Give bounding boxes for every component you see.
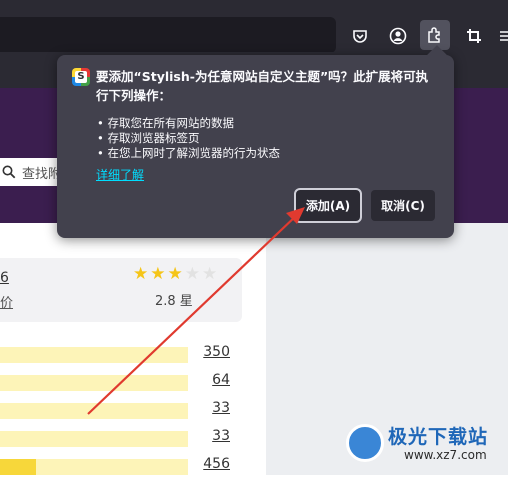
rating-count[interactable]: 6 bbox=[0, 270, 9, 286]
search-placeholder: 查找附 bbox=[22, 166, 62, 182]
watermark-logo-icon bbox=[346, 424, 384, 462]
watermark-name: 极光下载站 bbox=[388, 426, 489, 448]
rating-stars-text: 2.8 星 bbox=[155, 294, 193, 309]
menu-icon[interactable] bbox=[494, 23, 508, 49]
permission-item: 在您上网时了解浏览器的行为状态 bbox=[97, 146, 280, 161]
rating-label[interactable]: 价 bbox=[0, 292, 13, 311]
distribution-row: 33 bbox=[0, 400, 240, 428]
distribution-bar bbox=[0, 375, 188, 391]
permission-item: 存取您在所有网站的数据 bbox=[97, 116, 280, 131]
star-filled-icon: ★ bbox=[150, 264, 166, 284]
add-button[interactable]: 添加(A) bbox=[294, 188, 362, 223]
distribution-count[interactable]: 64 bbox=[212, 372, 230, 388]
star-empty-icon: ★ bbox=[202, 264, 218, 284]
star-filled-icon: ★ bbox=[133, 264, 149, 284]
stylish-extension-icon: S bbox=[72, 68, 90, 86]
distribution-count[interactable]: 33 bbox=[212, 428, 230, 444]
distribution-bar bbox=[0, 459, 188, 475]
pocket-icon[interactable] bbox=[347, 23, 373, 49]
distribution-bar bbox=[0, 403, 188, 419]
search-icon bbox=[2, 165, 16, 179]
distribution-bar bbox=[0, 347, 188, 363]
distribution-row: 350 bbox=[0, 344, 240, 372]
distribution-row: 33 bbox=[0, 428, 240, 456]
search-input[interactable]: 查找附 bbox=[0, 158, 62, 186]
watermark: 极光下载站 www.xz7.com bbox=[346, 422, 506, 472]
distribution-count[interactable]: 33 bbox=[212, 400, 230, 416]
permission-list: 存取您在所有网站的数据 存取浏览器标签页 在您上网时了解浏览器的行为状态 bbox=[97, 116, 280, 161]
permission-item: 存取浏览器标签页 bbox=[97, 131, 280, 146]
account-icon[interactable] bbox=[385, 23, 411, 49]
crop-icon[interactable] bbox=[461, 23, 487, 49]
popup-title: 要添加“Stylish-为任意网站自定义主题”吗？此扩展将可执行下列操作： bbox=[96, 69, 429, 103]
learn-more-link[interactable]: 详细了解 bbox=[96, 166, 144, 183]
star-rating: ★ ★ ★ ★ ★ bbox=[133, 264, 217, 284]
distribution-count[interactable]: 350 bbox=[203, 344, 230, 360]
distribution-count[interactable]: 456 bbox=[203, 456, 230, 472]
star-filled-icon: ★ bbox=[167, 264, 183, 284]
distribution-row: 64 bbox=[0, 372, 240, 400]
icon-letter: S bbox=[75, 71, 87, 83]
watermark-url: www.xz7.com bbox=[404, 448, 487, 462]
url-bar[interactable] bbox=[0, 17, 336, 53]
star-empty-icon: ★ bbox=[184, 264, 200, 284]
browser-toolbar bbox=[0, 0, 508, 53]
cancel-button[interactable]: 取消(C) bbox=[371, 190, 435, 221]
distribution-row: 456 bbox=[0, 456, 240, 484]
rating-distribution: 350 64 33 33 456 bbox=[0, 344, 240, 484]
extension-install-popup: S 要添加“Stylish-为任意网站自定义主题”吗？此扩展将可执行下列操作： … bbox=[57, 45, 454, 238]
distribution-bar bbox=[0, 431, 188, 447]
distribution-bar-fill bbox=[0, 459, 36, 475]
